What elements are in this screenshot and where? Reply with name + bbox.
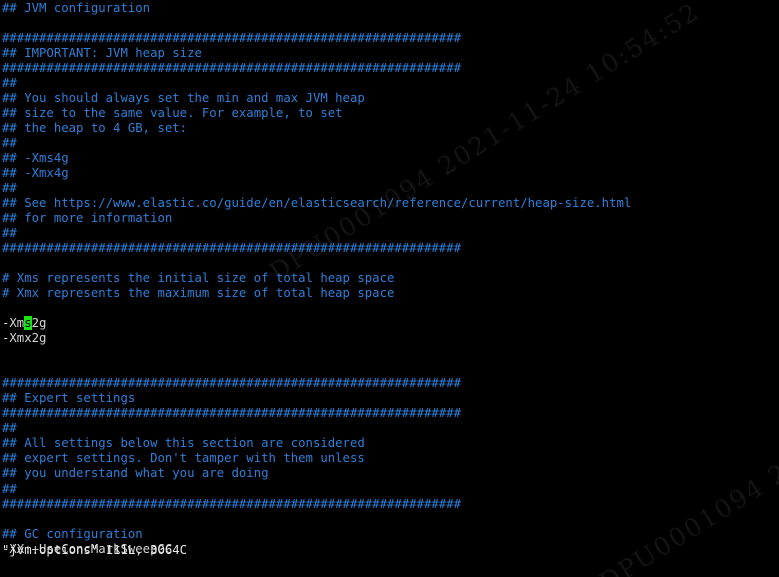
editor-line[interactable]: ## JVM configuration	[2, 1, 631, 16]
editor-line[interactable]	[2, 361, 631, 376]
editor-line[interactable]: # Xmx represents the maximum size of tot…	[2, 286, 631, 301]
editor-line[interactable]: ##	[2, 136, 631, 151]
line-text-after-cursor: 2g	[31, 316, 47, 331]
terminal-window[interactable]: DPU0001094 2021-11-24 10:54:52 DPU000109…	[0, 0, 779, 577]
editor-line[interactable]: ########################################…	[2, 376, 631, 391]
editor-line[interactable]: # Xms represents the initial size of tot…	[2, 271, 631, 286]
editor-line[interactable]: ## for more information	[2, 211, 631, 226]
editor-line[interactable]: ## GC configuration	[2, 527, 631, 542]
editor-line[interactable]: ##	[2, 421, 631, 436]
editor-text-buffer[interactable]: ## JVM configuration ###################…	[2, 1, 631, 557]
editor-line[interactable]: ## All settings below this section are c…	[2, 436, 631, 451]
editor-line[interactable]: ## Expert settings	[2, 391, 631, 406]
editor-line[interactable]: ## you understand what you are doing	[2, 466, 631, 481]
editor-line[interactable]	[2, 346, 631, 361]
editor-line[interactable]: ## IMPORTANT: JVM heap size	[2, 46, 631, 61]
editor-line[interactable]: ##	[2, 76, 631, 91]
editor-line[interactable]: ##	[2, 226, 631, 241]
editor-line[interactable]: ## the heap to 4 GB, set:	[2, 121, 631, 136]
editor-line[interactable]: ##	[2, 482, 631, 497]
editor-line[interactable]: ##	[2, 181, 631, 196]
editor-line[interactable]: -Xms2g	[2, 316, 631, 331]
editor-line[interactable]: ## -Xms4g	[2, 151, 631, 166]
vim-status-line: "jvm.options" 111L, 3064C	[2, 543, 188, 557]
editor-line[interactable]: ## size to the same value. For example, …	[2, 106, 631, 121]
editor-line[interactable]	[2, 301, 631, 316]
editor-line[interactable]	[2, 256, 631, 271]
editor-line[interactable]: ## -Xmx4g	[2, 166, 631, 181]
editor-line[interactable]: ########################################…	[2, 497, 631, 512]
editor-line[interactable]: ## expert settings. Don't tamper with th…	[2, 451, 631, 466]
editor-line[interactable]: ########################################…	[2, 406, 631, 421]
editor-line[interactable]: ########################################…	[2, 241, 631, 256]
editor-line[interactable]: ########################################…	[2, 31, 631, 46]
line-text-before-cursor: -Xm	[2, 316, 25, 331]
editor-line[interactable]: -Xmx2g	[2, 331, 631, 346]
editor-line[interactable]: ########################################…	[2, 61, 631, 76]
editor-line[interactable]	[2, 512, 631, 527]
text-cursor[interactable]: s	[24, 316, 32, 331]
editor-line[interactable]: ## See https://www.elastic.co/guide/en/e…	[2, 196, 631, 211]
editor-line[interactable]	[2, 16, 631, 31]
editor-line[interactable]: ## You should always set the min and max…	[2, 91, 631, 106]
